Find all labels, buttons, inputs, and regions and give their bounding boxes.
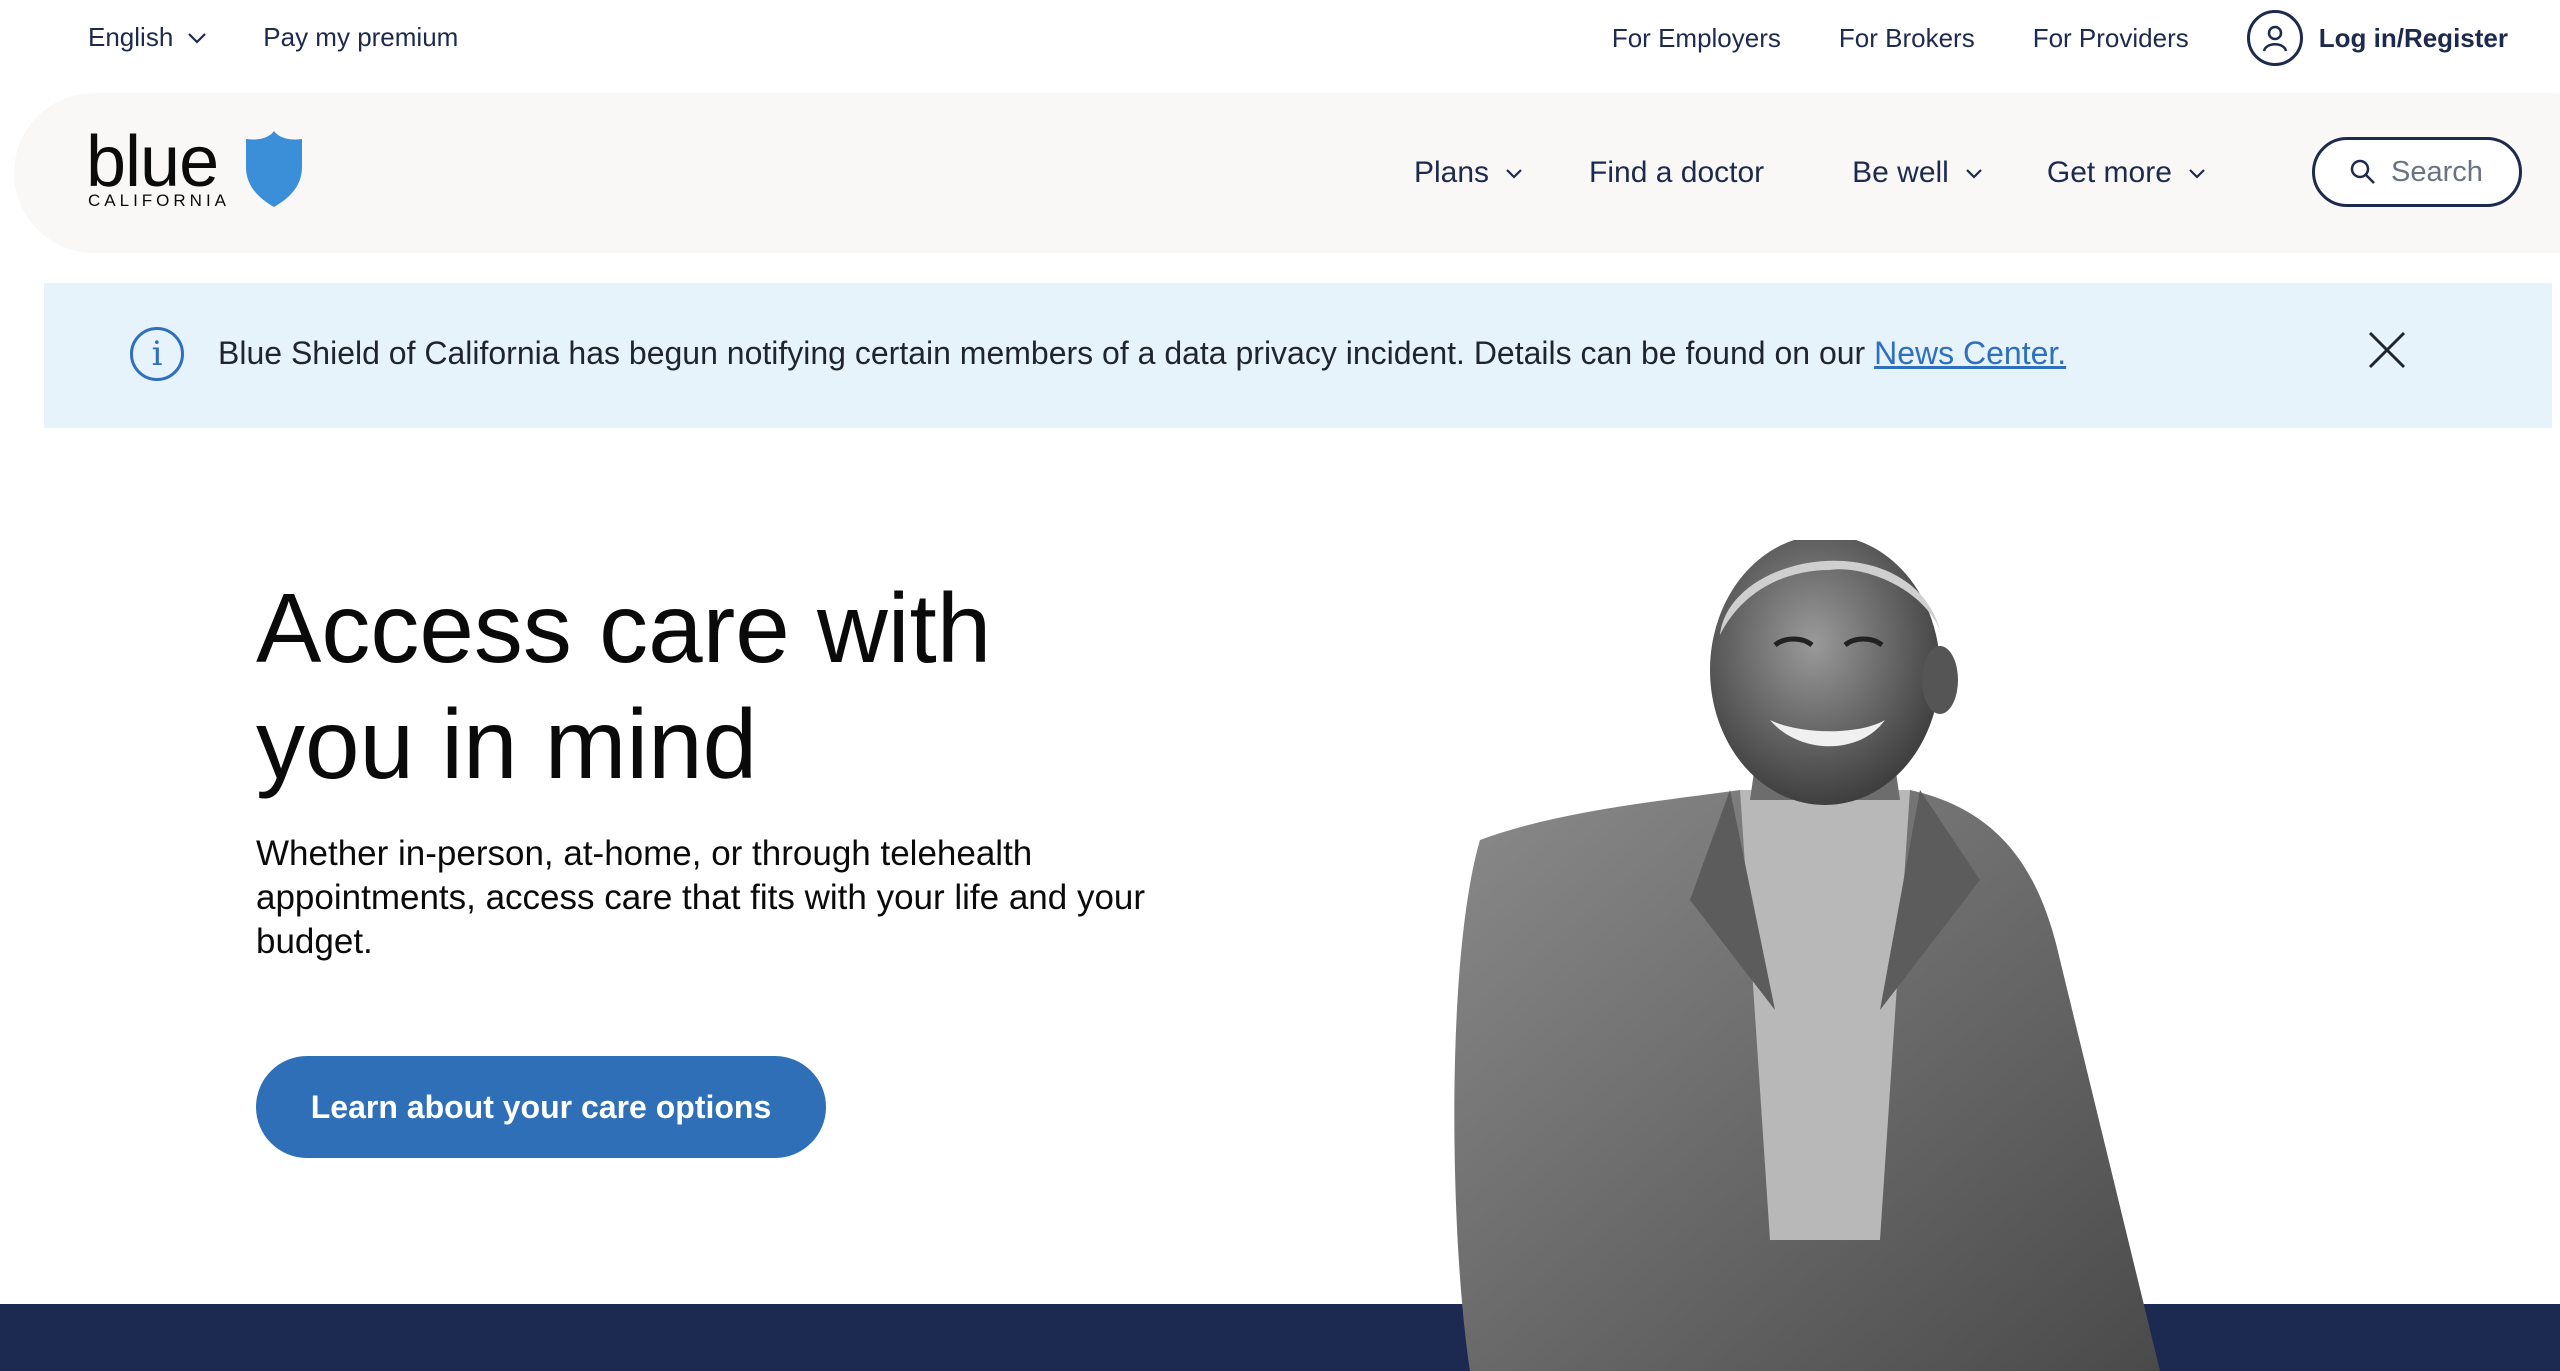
logo-subtitle: CALIFORNIA	[88, 191, 231, 210]
hero-subtitle: Whether in-person, at-home, or through t…	[256, 834, 1146, 961]
utility-bar: English Pay my premium For Employers For…	[0, 0, 2560, 88]
nav-plans-label: Plans	[1414, 156, 1490, 189]
nav-items: Plans Find a doctor Be well Get more	[1414, 93, 2270, 253]
for-providers-link[interactable]: For Providers	[2033, 23, 2189, 54]
nav-be-well-label: Be well	[1852, 156, 1949, 189]
hero-title-line1: Access care with	[256, 573, 992, 683]
alert-banner: i Blue Shield of California has begun no…	[44, 283, 2552, 428]
nav-find-doctor[interactable]: Find a doctor	[1589, 156, 1764, 190]
login-label: Log in/Register	[2318, 22, 2508, 53]
alert-message: Blue Shield of California has begun noti…	[218, 335, 2066, 372]
pay-premium-link[interactable]: Pay my premium	[263, 22, 458, 53]
search-icon	[2350, 159, 2375, 184]
for-employers-link[interactable]: For Employers	[1612, 23, 1781, 54]
user-icon	[2246, 10, 2303, 66]
for-brokers-link[interactable]: For Brokers	[1839, 23, 1975, 54]
learn-care-options-button[interactable]: Learn about your care options	[256, 1056, 826, 1158]
chevron-down-icon	[2189, 168, 2205, 179]
nav-be-well[interactable]: Be well	[1852, 156, 1983, 190]
blue-shield-logo[interactable]: blue CALIFORNIA	[86, 122, 316, 221]
utility-right: For Employers For Brokers For Providers …	[1554, 10, 2508, 66]
nav-plans[interactable]: Plans	[1414, 156, 1523, 190]
alert-text: Blue Shield of California has begun noti…	[218, 335, 1875, 371]
hero-title: Access care with you in mind	[256, 570, 1156, 802]
nav-get-more-label: Get more	[2046, 156, 2172, 189]
nav-get-more[interactable]: Get more	[2047, 156, 2206, 190]
chevron-down-icon	[1966, 168, 1982, 179]
language-label: English	[88, 22, 174, 52]
chevron-down-icon	[188, 32, 207, 44]
nav-find-doctor-label: Find a doctor	[1589, 156, 1765, 189]
login-register-button[interactable]: Log in/Register	[2246, 10, 2508, 66]
chevron-down-icon	[1506, 168, 1522, 179]
main-nav: blue CALIFORNIA Plans Find a doctor Be w…	[14, 93, 2560, 253]
utility-left: English Pay my premium	[88, 22, 458, 53]
language-selector[interactable]: English	[88, 22, 207, 53]
hero-photo	[1454, 540, 2160, 1371]
shield-icon	[246, 131, 302, 207]
search-button[interactable]: Search	[2312, 137, 2522, 207]
search-placeholder: Search	[2391, 155, 2483, 188]
news-center-link[interactable]: News Center.	[1874, 335, 2066, 371]
close-icon[interactable]	[2362, 325, 2412, 375]
hero-title-line2: you in mind	[256, 689, 758, 799]
info-icon: i	[130, 327, 184, 381]
